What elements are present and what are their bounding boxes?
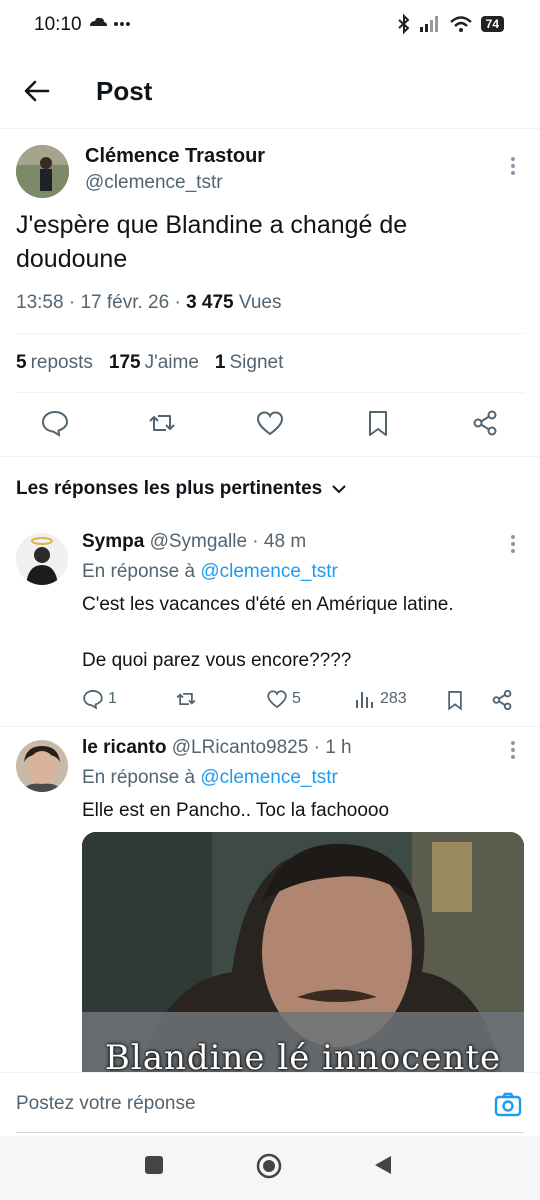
author-avatar[interactable] (16, 145, 69, 198)
wifi-icon (449, 16, 472, 32)
divider (16, 392, 524, 393)
back-triangle-icon[interactable] (372, 1154, 394, 1176)
battery-indicator: 74 (480, 16, 504, 32)
post-text: J'espère que Blandine a changé de doudou… (16, 211, 408, 273)
reply-author-handle[interactable]: @LRicanto9825 (172, 737, 309, 758)
post-more-icon[interactable] (503, 154, 523, 178)
post-views-count: 3 475 (186, 292, 234, 313)
bookmark-icon[interactable] (444, 688, 466, 712)
status-bar: 10:10 74 (0, 0, 540, 50)
page-header: Post (0, 50, 540, 129)
reply-context: En réponse à @clemence_tstr (82, 767, 338, 789)
reply-repost-button[interactable] (174, 688, 198, 710)
reply-time: 1 h (325, 737, 352, 758)
reply-action-bar: 1 5 283 (82, 688, 522, 714)
divider (0, 456, 540, 457)
post-views-label: Vues (238, 292, 282, 313)
reply-context: En réponse à @clemence_tstr (82, 561, 338, 583)
repost-icon (176, 692, 196, 706)
back-arrow-icon[interactable] (22, 76, 52, 106)
system-nav-bar (0, 1136, 540, 1200)
replies-sort-dropdown[interactable]: Les réponses les plus pertinentes (16, 478, 346, 500)
bluetooth-icon (397, 14, 410, 34)
reply-more-icon[interactable] (503, 738, 523, 762)
post-metadata: 13:58 · 17 févr. 26 · 3 475 Vues (16, 292, 282, 313)
chevron-down-icon (332, 485, 346, 494)
reply-prefix: En réponse à (82, 561, 196, 582)
like-icon (267, 690, 287, 709)
bookmarks-stat[interactable]: 1 Signet (215, 352, 283, 374)
reply-header: le ricanto @LRicanto9825 · 1 h (82, 737, 352, 758)
reply-avatar[interactable] (16, 740, 68, 792)
reply-comment-button[interactable]: 1 (82, 688, 117, 710)
reply-icon[interactable] (40, 408, 70, 438)
reply-to-link[interactable]: @clemence_tstr (200, 767, 338, 788)
reposts-label: reposts (30, 352, 93, 373)
reply-more-icon[interactable] (503, 532, 523, 556)
status-time: 10:10 (34, 14, 82, 35)
reply-compose-bar (0, 1072, 540, 1133)
meme-caption: Blandine lé innocente (104, 1038, 502, 1072)
reply-like-count: 5 (292, 690, 301, 707)
bookmarks-label: Signet (229, 352, 284, 373)
home-circle-icon[interactable] (255, 1152, 283, 1180)
reply-to-link[interactable]: @clemence_tstr (200, 561, 338, 582)
post-action-bar (0, 408, 540, 442)
cloud-icon (90, 17, 130, 26)
reposts-count: 5 (16, 352, 27, 373)
post-stats: 5 reposts 175 J'aime 1 Signet (16, 352, 283, 374)
reply-media-image[interactable]: Blandine lé innocente (82, 832, 524, 1072)
reply-author-handle[interactable]: @Symgalle (150, 531, 247, 552)
views-icon (356, 692, 373, 708)
reply-input[interactable] (16, 1093, 456, 1115)
reply-text: C'est les vacances d'été en Amérique lat… (82, 594, 454, 671)
post-time: 13:58 (16, 292, 64, 313)
signal-icon (419, 16, 438, 32)
reposts-stat[interactable]: 5 reposts (16, 352, 93, 374)
bookmark-icon[interactable] (363, 408, 393, 438)
reply-time: 48 m (263, 531, 307, 552)
post-author-handle[interactable]: @clemence_tstr (85, 172, 223, 194)
share-icon[interactable] (470, 408, 500, 438)
likes-count: 175 (108, 352, 141, 373)
input-underline (16, 1132, 524, 1133)
reply-text: Elle est en Pancho.. Toc la fachoooo (82, 800, 390, 821)
reply-like-button[interactable]: 5 (266, 688, 301, 710)
likes-label: J'aime (144, 352, 199, 373)
reply-author-name[interactable]: Sympa (82, 531, 144, 552)
post-date: 17 févr. 26 (80, 292, 170, 313)
reply-author-name[interactable]: le ricanto (82, 737, 166, 758)
bookmarks-count: 1 (214, 352, 226, 373)
reply-prefix: En réponse à (82, 767, 196, 788)
reply-avatar[interactable] (16, 533, 68, 585)
reply-header: Sympa @Symgalle · 48 m (82, 531, 307, 552)
reply-icon (83, 690, 103, 710)
share-icon[interactable] (490, 688, 514, 712)
reply-views-count: 283 (380, 690, 407, 707)
page-title: Post (96, 76, 153, 106)
divider (0, 726, 540, 727)
reply-comment-count: 1 (108, 690, 117, 707)
like-icon[interactable] (255, 408, 285, 438)
notification-icons (88, 14, 132, 35)
divider (16, 333, 524, 334)
post-author-name[interactable]: Clémence Trastour (85, 145, 265, 168)
replies-section-title: Les réponses les plus pertinentes (16, 478, 323, 499)
likes-stat[interactable]: 175 J'aime (109, 352, 199, 374)
meme-image (82, 832, 524, 1072)
repost-icon[interactable] (147, 408, 177, 438)
camera-icon[interactable] (494, 1091, 522, 1119)
recents-square-icon[interactable] (143, 1154, 165, 1176)
reply-views-button[interactable]: 283 (354, 688, 407, 710)
